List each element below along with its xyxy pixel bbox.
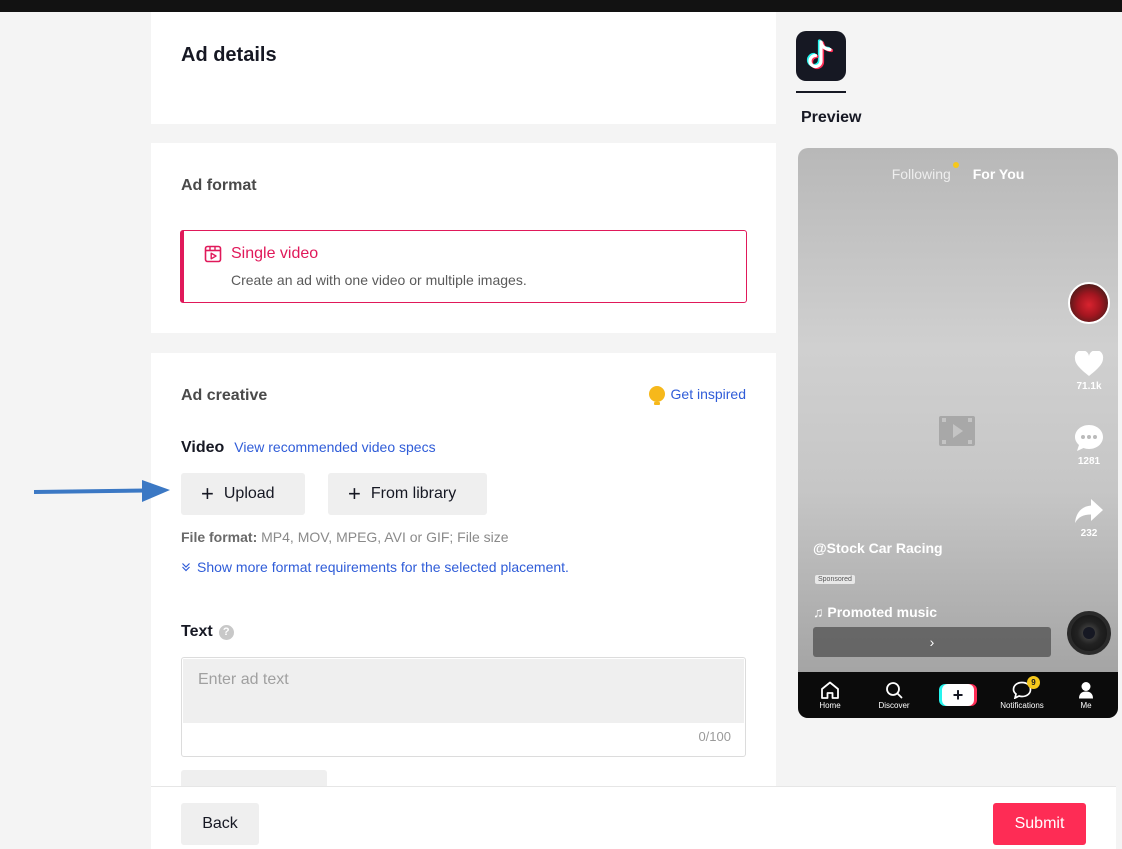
share-action: 232	[1066, 498, 1112, 539]
video-frame-icon	[204, 245, 222, 263]
comment-action: 1281	[1066, 424, 1112, 467]
get-inspired-label: Get inspired	[670, 386, 746, 402]
plus-icon: +	[348, 481, 361, 506]
show-more-label: Show more format requirements for the se…	[197, 559, 569, 575]
profile-icon	[1079, 681, 1093, 698]
ad-details-section: Ad details	[151, 12, 776, 124]
double-chevron-down-icon	[182, 563, 190, 572]
music-label: ♫ Promoted music	[813, 604, 938, 620]
phone-nav-bar: Home Discover + 9 Notifications Me	[798, 672, 1118, 718]
ad-format-section: Ad format Single video Create an ad with…	[151, 143, 776, 333]
text-label: Text	[181, 623, 213, 640]
home-icon	[821, 681, 839, 699]
help-icon[interactable]: ?	[218, 624, 234, 640]
ad-details-title: Ad details	[181, 44, 277, 66]
like-count: 71.1k	[1076, 381, 1102, 392]
nav-create: +	[930, 684, 986, 706]
cta-bar: ›	[813, 627, 1051, 657]
comment-count: 1281	[1077, 456, 1101, 467]
share-icon	[1075, 499, 1103, 523]
username: @Stock Car Racing	[813, 540, 943, 556]
nav-notifications: 9 Notifications	[1000, 675, 1044, 710]
file-format-info: File format: MP4, MOV, MPEG, AVI or GIF;…	[181, 529, 509, 545]
notifications-badge: 9	[1027, 675, 1040, 689]
tab-following: Following	[892, 162, 959, 182]
pointer-arrow-icon	[34, 480, 170, 502]
show-more-requirements-link[interactable]: Show more format requirements for the se…	[181, 559, 569, 575]
form-panel: Ad details Ad format Single video Create…	[151, 12, 776, 849]
file-format-label: File format:	[181, 529, 258, 545]
ad-creative-title: Ad creative	[181, 387, 268, 404]
single-video-description: Create an ad with one video or multiple …	[231, 272, 527, 288]
video-specs-link[interactable]: View recommended video specs	[234, 439, 435, 455]
ad-creative-section: Ad creative Get inspired Video View reco…	[151, 353, 776, 849]
plus-icon: +	[201, 481, 214, 506]
nav-me: Me	[1058, 681, 1114, 710]
video-row: Video View recommended video specs	[181, 439, 436, 457]
search-icon	[886, 681, 903, 698]
tiktok-note-icon	[806, 39, 834, 70]
create-plus-icon: +	[942, 684, 974, 706]
chevron-right-icon: ›	[929, 634, 935, 650]
file-format-value: MP4, MOV, MPEG, AVI or GIF; File size	[261, 529, 509, 545]
top-bar	[0, 0, 1122, 12]
phone-preview: Following For You 71.1k 1281 232 @Stock …	[798, 148, 1118, 718]
ad-format-title: Ad format	[181, 177, 257, 194]
single-video-option[interactable]: Single video Create an ad with one video…	[180, 230, 747, 303]
nav-home: Home	[802, 681, 858, 710]
video-label: Video	[181, 439, 225, 456]
video-placeholder-icon	[939, 416, 975, 446]
back-button[interactable]: Back	[181, 803, 259, 845]
ad-text-field[interactable]: Enter ad text 0/100	[181, 657, 746, 757]
upload-button[interactable]: + Upload	[181, 473, 305, 515]
nav-discover: Discover	[866, 681, 922, 710]
ad-text-input[interactable]: Enter ad text	[183, 659, 744, 723]
single-video-title: Single video	[231, 245, 319, 262]
get-inspired-link[interactable]: Get inspired	[648, 386, 746, 405]
heart-icon	[1074, 351, 1104, 376]
preview-title: Preview	[801, 109, 862, 126]
lightbulb-icon	[648, 386, 665, 405]
footer-bar: Back Submit	[151, 786, 1116, 849]
tab-for-you: For You	[972, 166, 1025, 182]
from-library-label: From library	[370, 485, 457, 502]
submit-button[interactable]: Submit	[993, 803, 1086, 845]
logo-underline	[796, 91, 846, 93]
from-library-button[interactable]: + From library	[328, 473, 487, 515]
comment-icon	[1075, 425, 1103, 451]
like-action: 71.1k	[1066, 351, 1112, 392]
tab-dot	[952, 162, 959, 168]
avatar	[1068, 282, 1110, 324]
ad-text-counter: 0/100	[698, 729, 731, 744]
sponsored-badge: Sponsored	[815, 575, 855, 584]
tiktok-logo[interactable]	[796, 31, 846, 81]
share-count: 232	[1080, 528, 1098, 539]
text-field-label: Text ?	[181, 623, 234, 641]
music-disc-icon	[1067, 611, 1111, 655]
upload-label: Upload	[223, 485, 275, 502]
feed-tabs: Following For You	[798, 162, 1118, 182]
